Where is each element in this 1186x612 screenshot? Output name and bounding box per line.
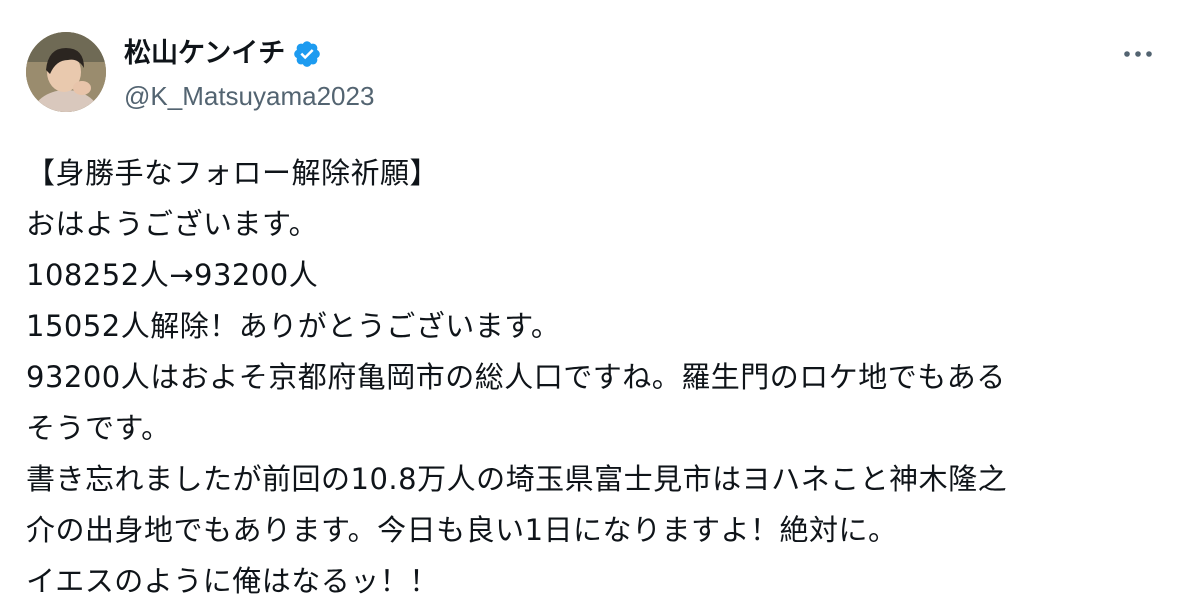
tweet-text-line: おはようございます。 bbox=[26, 207, 319, 241]
more-horizontal-icon bbox=[1124, 51, 1152, 57]
tweet-text: 【身勝手なフォロー解除祈願】 おはようございます。 108252人→93200人… bbox=[26, 148, 1166, 607]
avatar[interactable] bbox=[26, 32, 106, 112]
tweet-text-line: 【身勝手なフォロー解除祈願】 bbox=[26, 156, 440, 190]
more-options-button[interactable] bbox=[1116, 36, 1160, 72]
tweet-text-line: 108252人→93200人 bbox=[26, 258, 319, 292]
author-block: 松山ケンイチ @K_Matsuyama2023 bbox=[124, 36, 374, 113]
tweet-text-line: イエスのように俺はなるッ！！ bbox=[26, 564, 439, 598]
tweet-card: 松山ケンイチ @K_Matsuyama2023 【身勝手なフォロー解除祈願】 お… bbox=[0, 0, 1186, 612]
author-display-name[interactable]: 松山ケンイチ bbox=[124, 36, 285, 72]
tweet-text-line: 書き忘れましたが前回の10.8万人の埼玉県富士見市はヨハネこと神木隆之 bbox=[26, 462, 1008, 496]
author-handle[interactable]: @K_Matsuyama2023 bbox=[124, 79, 374, 113]
author-name-row: 松山ケンイチ bbox=[124, 36, 374, 72]
tweet-text-line: 93200人はおよそ京都府亀岡市の総人口ですね。羅生門のロケ地でもある bbox=[26, 360, 1006, 394]
verified-badge-icon bbox=[292, 39, 322, 69]
tweet-text-line: 15052人解除！ありがとうございます。 bbox=[26, 309, 561, 343]
avatar-photo bbox=[26, 32, 106, 112]
tweet-text-line: 介の出身地でもあります。今日も良い1日になりますよ！絶対に。 bbox=[26, 513, 898, 547]
tweet-text-line: そうです。 bbox=[26, 411, 171, 445]
